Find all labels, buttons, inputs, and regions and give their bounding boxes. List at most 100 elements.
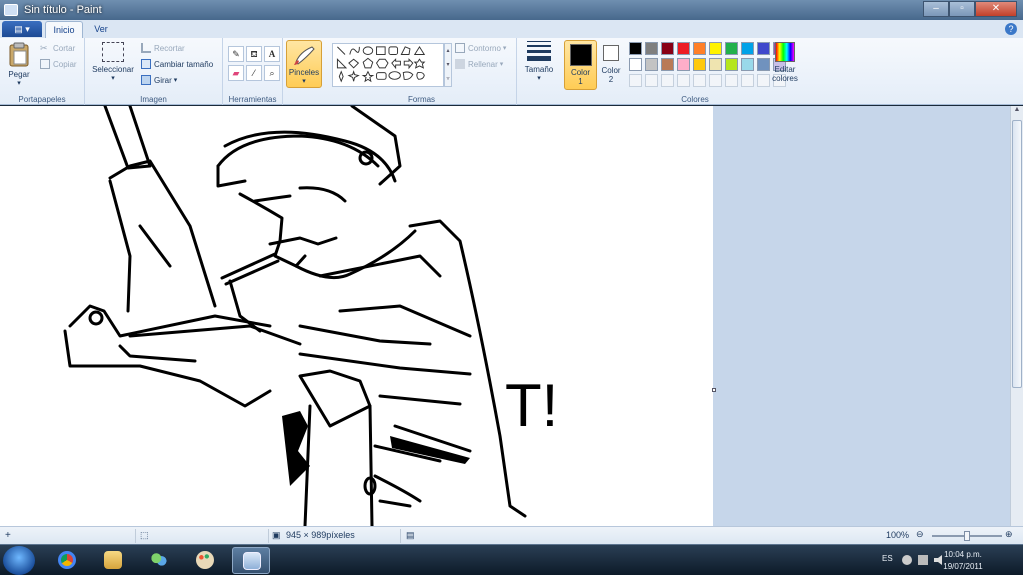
taskbar-app-arrow[interactable] bbox=[278, 547, 316, 574]
palette-swatch[interactable] bbox=[741, 58, 754, 71]
fill-tool[interactable]: ⛾ bbox=[246, 46, 262, 62]
edit-colors-button[interactable]: Editar colores bbox=[767, 42, 803, 83]
custom-color-slot[interactable] bbox=[661, 74, 674, 87]
custom-color-slot[interactable] bbox=[645, 74, 658, 87]
taskbar-chrome[interactable] bbox=[48, 547, 86, 574]
palette-swatch[interactable] bbox=[677, 58, 690, 71]
tray-icon-1[interactable] bbox=[902, 555, 912, 565]
ribbon: Pegar ▾ ✂ Cortar Copiar Portapapeles Sel… bbox=[0, 38, 1023, 105]
custom-color-slot[interactable] bbox=[677, 74, 690, 87]
paste-button[interactable]: Pegar ▾ bbox=[4, 42, 34, 87]
palette-swatch[interactable] bbox=[661, 58, 674, 71]
rotate-dropdown-arrow[interactable]: ▾ bbox=[174, 76, 178, 84]
edit-colors-label-line1: Editar bbox=[774, 65, 796, 74]
start-button[interactable] bbox=[3, 546, 35, 575]
palette-swatch[interactable] bbox=[693, 58, 706, 71]
zoom-slider-thumb[interactable] bbox=[964, 531, 970, 541]
taskbar-explorer[interactable] bbox=[94, 547, 132, 574]
vertical-scrollbar[interactable]: ▲ bbox=[1010, 106, 1023, 526]
custom-color-slot[interactable] bbox=[741, 74, 754, 87]
network-icon[interactable] bbox=[918, 555, 928, 565]
select-dropdown-arrow[interactable]: ▾ bbox=[89, 74, 137, 82]
minimize-button[interactable]: – bbox=[923, 1, 949, 17]
crop-button[interactable]: Recortar bbox=[141, 43, 185, 53]
custom-color-slot[interactable] bbox=[693, 74, 706, 87]
palette-swatch[interactable] bbox=[725, 58, 738, 71]
palette-swatch[interactable] bbox=[709, 58, 722, 71]
group-formas: ▴ ▾ ▿ Contorno ▾ Rellenar ▾ Formas bbox=[327, 38, 517, 105]
selection-size-icon: ⬚ bbox=[140, 530, 149, 540]
zoom-out-button[interactable]: ⊖ bbox=[916, 529, 924, 540]
palette-swatch[interactable] bbox=[725, 42, 738, 55]
outline-button[interactable]: Contorno ▾ bbox=[455, 43, 506, 53]
custom-color-slot[interactable] bbox=[709, 74, 722, 87]
drawing-canvas[interactable]: T! bbox=[0, 106, 713, 526]
tab-inicio[interactable]: Inicio bbox=[45, 21, 83, 38]
palette-swatch[interactable] bbox=[741, 42, 754, 55]
palette-swatch[interactable] bbox=[629, 58, 642, 71]
size-dropdown-arrow[interactable]: ▾ bbox=[520, 74, 558, 82]
group-label-formas: Formas bbox=[407, 95, 436, 104]
maximize-button[interactable]: ▫ bbox=[949, 1, 975, 17]
color-picker-tool[interactable]: ⁄ bbox=[246, 65, 262, 81]
select-label: Seleccionar bbox=[92, 65, 134, 74]
palette-swatch[interactable] bbox=[693, 42, 706, 55]
crop-icon bbox=[141, 43, 151, 53]
image-size: 945 × 989píxeles bbox=[286, 530, 355, 540]
selection-icon bbox=[102, 42, 124, 62]
paint-menu-button[interactable]: ▤ ▾ bbox=[2, 21, 42, 37]
taskbar-paint-palette[interactable] bbox=[186, 547, 224, 574]
paste-dropdown-arrow[interactable]: ▾ bbox=[4, 79, 34, 87]
clock-date[interactable]: 19/07/2011 bbox=[933, 562, 993, 571]
palette-swatch[interactable] bbox=[645, 58, 658, 71]
brushes-button[interactable]: Pinceles ▾ bbox=[286, 40, 322, 88]
taskbar-paint[interactable] bbox=[232, 547, 270, 574]
scroll-up-arrow[interactable]: ▲ bbox=[1011, 106, 1023, 118]
help-icon[interactable]: ? bbox=[1005, 23, 1017, 35]
eraser-tool[interactable]: ▰ bbox=[228, 65, 244, 81]
shapes-gallery-scroll[interactable]: ▴ ▾ ▿ bbox=[444, 43, 452, 87]
eyedropper-icon: ⁄ bbox=[253, 68, 255, 78]
rotate-icon bbox=[141, 75, 151, 85]
size-button[interactable]: Tamaño ▾ bbox=[520, 41, 558, 82]
outline-label: Contorno bbox=[468, 43, 501, 53]
tab-ver[interactable]: Ver bbox=[86, 21, 116, 38]
zoom-in-button[interactable]: ⊕ bbox=[1005, 529, 1013, 540]
copy-button[interactable]: Copiar bbox=[40, 59, 77, 69]
magnifier-tool[interactable]: ⌕ bbox=[264, 65, 280, 81]
custom-color-slot[interactable] bbox=[629, 74, 642, 87]
custom-color-slot[interactable] bbox=[725, 74, 738, 87]
taskbar-messenger[interactable] bbox=[140, 547, 178, 574]
text-tool[interactable]: A bbox=[264, 46, 280, 62]
brush-icon bbox=[294, 46, 315, 65]
scrollbar-thumb[interactable] bbox=[1012, 120, 1022, 388]
eraser-icon: ▰ bbox=[232, 68, 240, 78]
shapes-gallery[interactable] bbox=[332, 43, 444, 87]
language-indicator[interactable]: ES bbox=[882, 554, 893, 563]
fill-button[interactable]: Rellenar ▾ bbox=[455, 59, 503, 69]
pencil-tool[interactable]: ✎ bbox=[228, 46, 244, 62]
palette-swatch[interactable] bbox=[661, 42, 674, 55]
palette-swatch[interactable] bbox=[677, 42, 690, 55]
size-label: Tamaño bbox=[524, 65, 554, 74]
canvas-resize-handle[interactable] bbox=[712, 388, 716, 392]
color1-button[interactable]: Color 1 bbox=[564, 40, 597, 90]
color2-button[interactable]: Color 2 bbox=[599, 42, 623, 84]
rotate-button[interactable]: Girar ▾ bbox=[141, 75, 177, 85]
clock-time[interactable]: 10:04 p.m. bbox=[933, 550, 993, 559]
resize-button[interactable]: Cambiar tamaño bbox=[141, 59, 213, 69]
select-button[interactable]: Seleccionar ▾ bbox=[89, 42, 137, 82]
palette-swatch[interactable] bbox=[629, 42, 642, 55]
clipboard-icon bbox=[9, 42, 29, 67]
close-button[interactable]: ✕ bbox=[975, 1, 1017, 17]
cut-button[interactable]: ✂ Cortar bbox=[40, 43, 75, 53]
fill-dropdown-arrow[interactable]: ▾ bbox=[500, 60, 504, 68]
group-portapapeles: Pegar ▾ ✂ Cortar Copiar Portapapeles bbox=[0, 38, 85, 105]
outline-dropdown-arrow[interactable]: ▾ bbox=[503, 44, 507, 52]
folder-icon bbox=[104, 551, 122, 569]
brushes-dropdown-arrow[interactable]: ▾ bbox=[287, 77, 321, 85]
palette-swatch[interactable] bbox=[645, 42, 658, 55]
paint-app-icon[interactable] bbox=[4, 4, 18, 16]
palette-swatch[interactable] bbox=[709, 42, 722, 55]
drawing-sketch bbox=[63, 106, 527, 526]
